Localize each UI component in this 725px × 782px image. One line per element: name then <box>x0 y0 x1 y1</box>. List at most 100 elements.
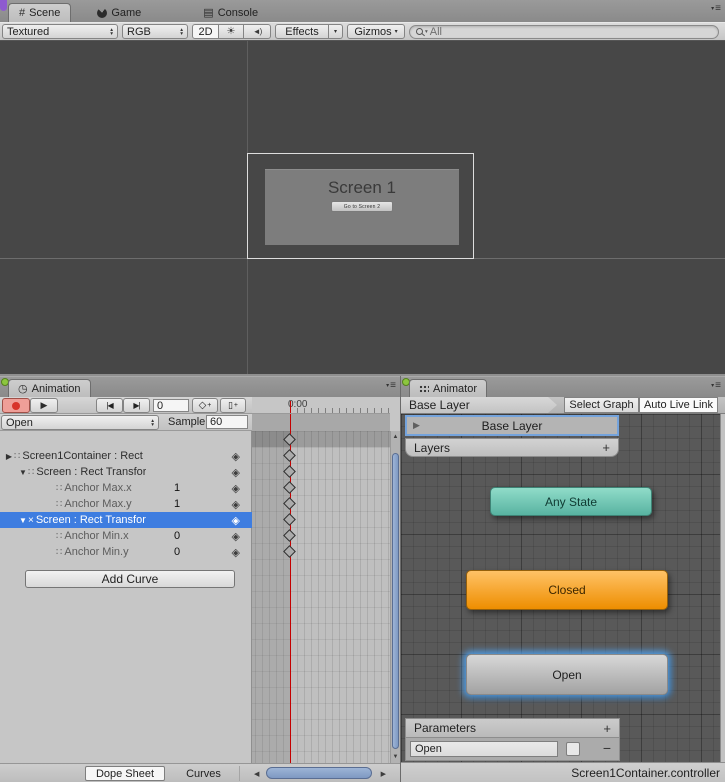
property-row[interactable]: ∷ Anchor Min.y 0 ◈ <box>0 544 252 560</box>
property-label: Anchor Max.y <box>64 498 131 510</box>
menu-lines-icon: ≡ <box>715 3 721 14</box>
play-icon: ▶ <box>41 400 48 411</box>
add-event-button[interactable]: ▯+ <box>220 398 246 413</box>
auto-live-link-button[interactable]: Auto Live Link <box>639 397 718 413</box>
scrollbar-thumb[interactable] <box>266 767 372 779</box>
ruler-ticks <box>290 408 390 413</box>
sample-label: Sample <box>168 416 205 428</box>
playhead-line[interactable] <box>290 401 291 414</box>
property-row[interactable]: ∷ Anchor Max.x 1 ◈ <box>0 480 252 496</box>
property-row[interactable]: ▶ ∷ Screen1Container : Rect ◈ <box>0 448 252 464</box>
scene-viewport[interactable]: Screen 1 Go to Screen 2 <box>0 41 725 374</box>
tab-animation[interactable]: ◷ Animation <box>8 379 91 397</box>
pane-menu-icon[interactable]: ▾ ≡ <box>386 380 396 391</box>
property-row-selected[interactable]: ▼ × Screen : Rect Transfor ◈ <box>0 512 252 528</box>
scrollbar-thumb[interactable] <box>392 453 399 749</box>
animation-property-panel: ▶ ∷ Screen1Container : Rect ◈ ▼ ∷ Screen… <box>0 431 252 763</box>
render-channel-dropdown[interactable]: RGB ▴▾ <box>122 24 188 39</box>
sample-rate-field[interactable]: 60 <box>206 415 248 429</box>
add-layer-icon[interactable]: + <box>602 440 610 455</box>
parameters-header[interactable]: Parameters + <box>405 718 620 738</box>
keyframe-diamond-icon[interactable]: ◈ <box>232 546 240 559</box>
cursor-artifact <box>0 0 7 11</box>
pane-menu-icon[interactable]: ▾ ≡ <box>711 3 721 14</box>
curves-button[interactable]: Curves <box>168 766 240 781</box>
animator-icon <box>419 385 429 393</box>
dopesheet-timeline[interactable] <box>252 431 390 763</box>
dope-sheet-button[interactable]: Dope Sheet <box>85 766 165 781</box>
parameter-checkbox[interactable] <box>566 742 580 756</box>
clip-dropdown[interactable]: Open ▴▾ <box>1 415 159 430</box>
effects-arrow-button[interactable]: ▾ <box>329 24 343 39</box>
keyframe-diamond-icon[interactable]: ◈ <box>232 498 240 511</box>
property-row[interactable]: ∷ Anchor Min.x 0 ◈ <box>0 528 252 544</box>
property-row[interactable]: ∷ Anchor Max.y 1 ◈ <box>0 496 252 512</box>
caret-down-icon: ▾ <box>395 28 398 35</box>
add-keyframe-button[interactable]: ◇+ <box>192 398 218 413</box>
scroll-left-icon[interactable]: ◀ <box>254 770 259 778</box>
rect-transform-icon: ∷ <box>56 483 62 494</box>
state-open[interactable]: Open <box>466 654 668 695</box>
screen1-panel[interactable]: Screen 1 Go to Screen 2 <box>265 169 459 245</box>
state-any-state[interactable]: Any State <box>490 487 652 516</box>
select-graph-button[interactable]: Select Graph <box>564 397 639 413</box>
frame-number-field[interactable]: 0 <box>153 399 189 412</box>
go-to-first-frame-button[interactable]: |◀ <box>96 398 123 413</box>
pane-menu-icon[interactable]: ▾ ≡ <box>711 380 721 391</box>
clock-icon: ◷ <box>18 382 28 395</box>
animation-clip-bar: Open ▴▾ Sample 60 <box>0 414 252 431</box>
playhead-line[interactable] <box>290 414 291 431</box>
scene-tab-bar: # Scene Game ▤ Console ▾ ≡ <box>0 0 725 22</box>
audio-toggle-button[interactable]: ◄) <box>244 24 271 39</box>
vertical-scrollbar[interactable]: ▲ ▼ <box>390 431 400 763</box>
add-curve-button[interactable]: Add Curve <box>25 570 235 588</box>
popup-arrows-icon: ▴▾ <box>151 419 154 427</box>
graph-vertical-scrollbar[interactable] <box>720 414 725 762</box>
property-row[interactable]: ▼ ∷ Screen : Rect Transfor ◈ <box>0 464 252 480</box>
tab-scene[interactable]: # Scene <box>8 3 71 22</box>
scroll-right-icon[interactable]: ▶ <box>381 770 386 778</box>
breadcrumb-base-layer[interactable]: Base Layer <box>401 397 557 413</box>
property-value: 0 <box>174 546 180 558</box>
keyframe-diamond-icon[interactable]: ◈ <box>232 450 240 463</box>
lighting-toggle-button[interactable]: ☀ <box>219 24 244 39</box>
go-to-screen2-button[interactable]: Go to Screen 2 <box>331 201 393 212</box>
parameter-name-field[interactable]: Open <box>410 741 558 757</box>
keyframe-diamond-icon[interactable]: ◈ <box>232 466 240 479</box>
scroll-down-icon[interactable]: ▼ <box>391 754 400 760</box>
tab-animator[interactable]: Animator <box>409 379 487 397</box>
layer-item-base-layer[interactable]: ▶ Base Layer <box>405 415 619 436</box>
scene-search-input[interactable]: ▾ All <box>409 25 719 39</box>
add-parameter-icon[interactable]: + <box>603 721 611 736</box>
2d-toggle-button[interactable]: 2D <box>192 24 219 39</box>
scroll-up-icon[interactable]: ▲ <box>391 434 400 440</box>
rect-icon: ∷ <box>14 451 20 462</box>
record-button[interactable] <box>2 398 30 413</box>
effects-dropdown[interactable]: Effects <box>275 24 329 39</box>
play-button[interactable]: ▶ <box>30 398 58 413</box>
console-icon: ▤ <box>203 6 213 19</box>
keyframe-diamond-icon[interactable]: ◈ <box>232 482 240 495</box>
remove-parameter-icon[interactable]: − <box>603 740 611 756</box>
plus-icon: + <box>234 402 238 409</box>
layers-label: Layers <box>414 441 450 455</box>
foldout-icon[interactable]: ▼ <box>18 516 28 525</box>
timeline-ruler[interactable]: 0:00 <box>252 397 390 414</box>
property-value: 1 <box>174 482 180 494</box>
horizontal-scrollbar[interactable]: ◀ ▶ <box>252 766 390 781</box>
animation-content: ▶ ∷ Screen1Container : Rect ◈ ▼ ∷ Screen… <box>0 431 400 763</box>
foldout-icon[interactable]: ▶ <box>4 452 14 461</box>
tab-game[interactable]: Game <box>87 3 151 22</box>
keyframe-diamond-icon[interactable]: ◈ <box>232 514 240 527</box>
keyframe-diamond-icon[interactable]: ◈ <box>232 530 240 543</box>
draw-mode-label: Textured <box>7 26 49 38</box>
foldout-icon[interactable]: ▼ <box>18 468 28 477</box>
state-closed[interactable]: Closed <box>466 570 668 610</box>
state-machine-graph[interactable]: ▶ Base Layer Layers + Any State Closed O… <box>401 414 725 762</box>
go-to-last-frame-button[interactable]: ▶| <box>123 398 150 413</box>
layers-bar[interactable]: Layers + <box>405 438 619 457</box>
tab-console[interactable]: ▤ Console <box>193 3 268 22</box>
event-marker-icon: ▯ <box>228 400 233 411</box>
gizmos-dropdown[interactable]: Gizmos ▾ <box>347 24 405 39</box>
draw-mode-dropdown[interactable]: Textured ▴▾ <box>2 24 118 39</box>
